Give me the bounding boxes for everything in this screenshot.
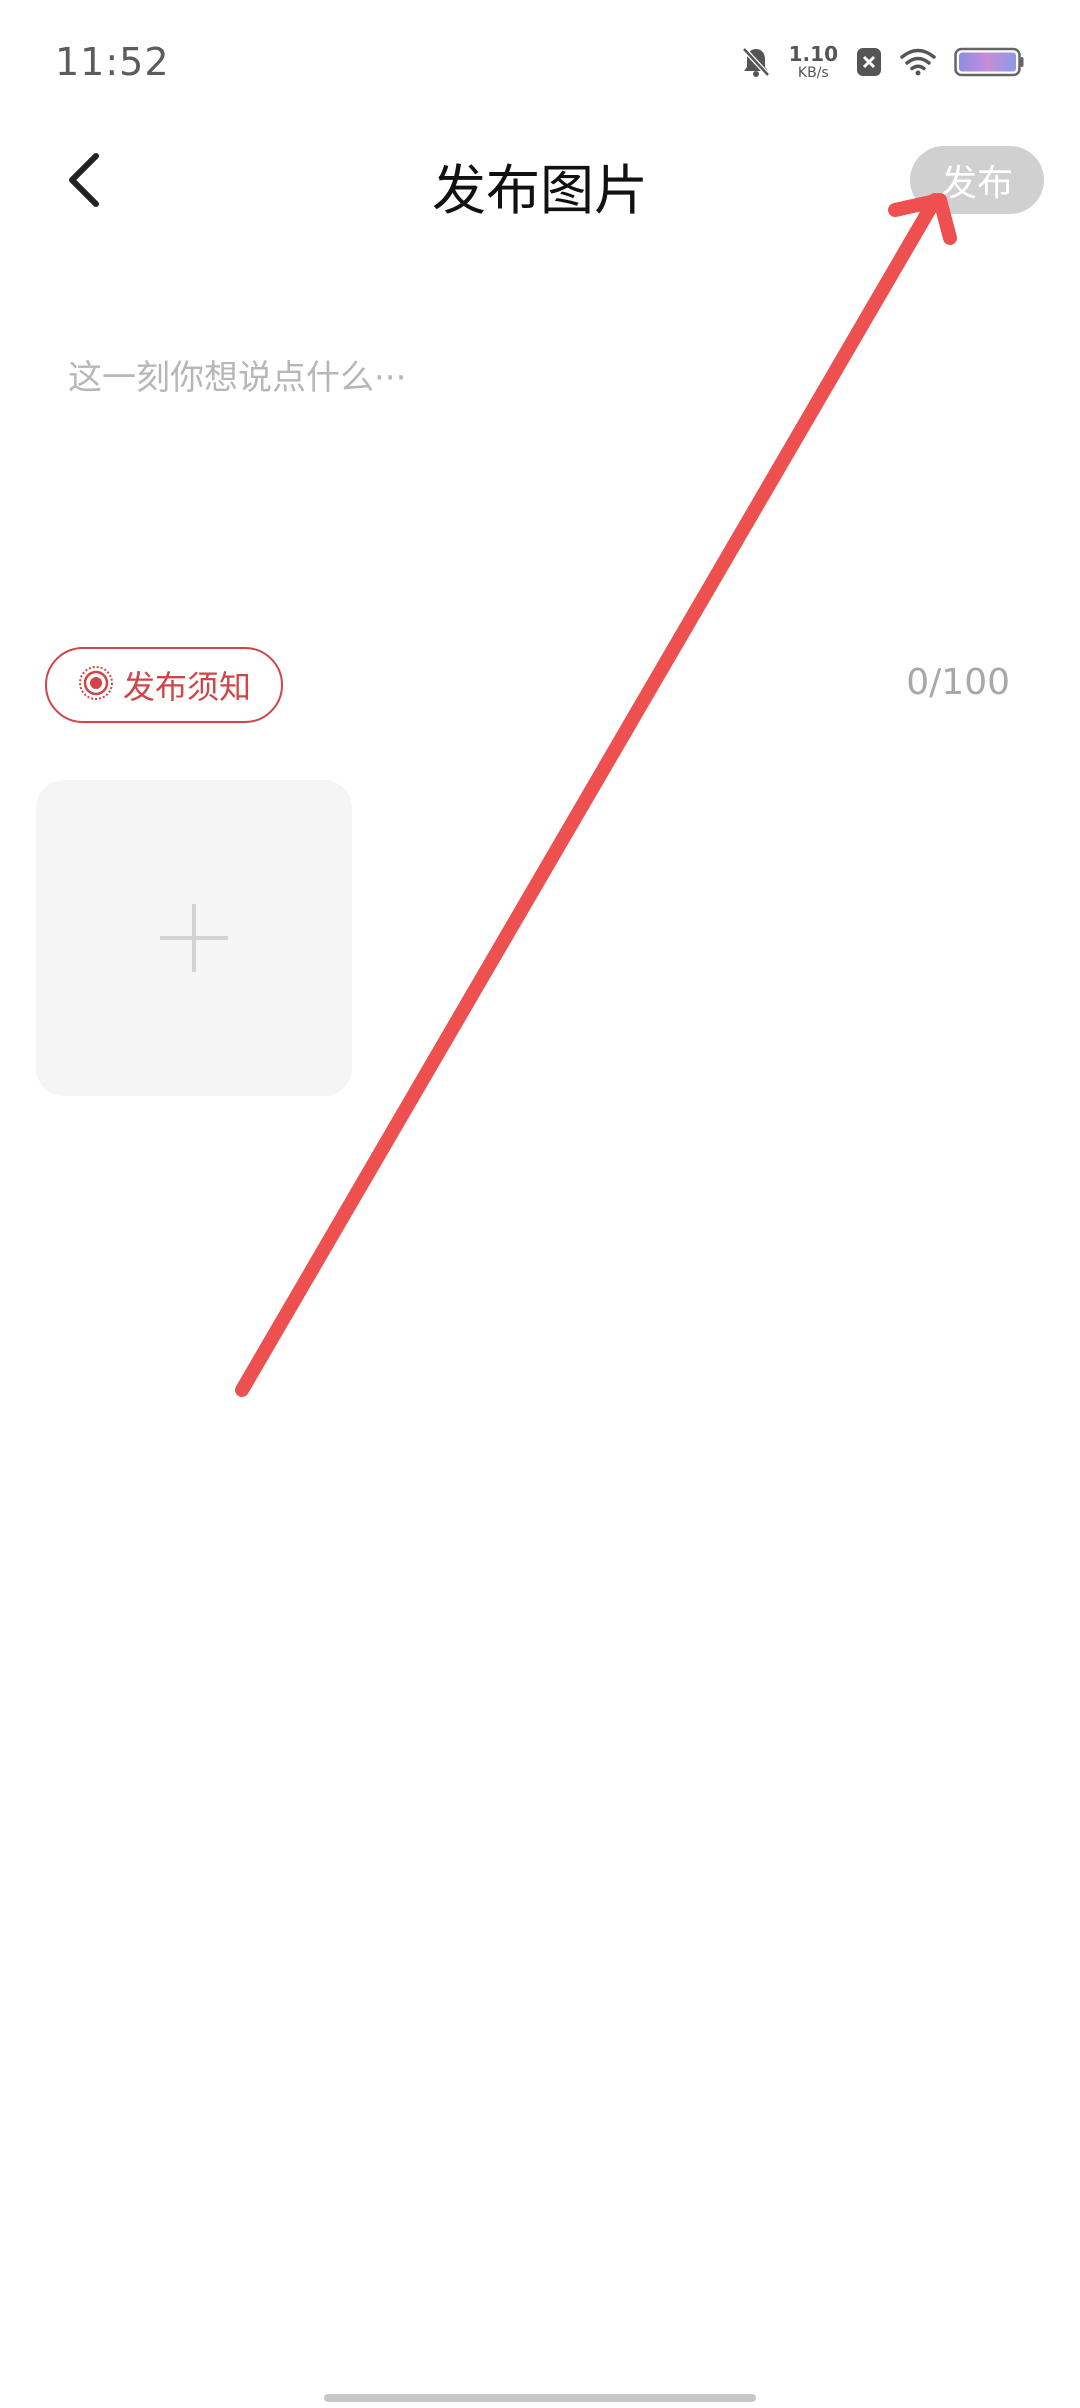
net-speed-unit: KB/s xyxy=(797,65,829,81)
char-counter: 0/100 xyxy=(906,662,1010,703)
net-speed-value: 1.10 xyxy=(788,42,838,66)
wifi-icon xyxy=(900,48,936,76)
publish-button[interactable]: 发布 xyxy=(910,146,1044,214)
close-box-icon xyxy=(856,47,882,77)
home-indicator[interactable] xyxy=(324,2394,756,2402)
status-time: 11:52 xyxy=(55,40,170,84)
battery-icon xyxy=(954,47,1024,77)
status-icons: 1.10 KB/s xyxy=(741,38,1024,86)
concentric-circle-icon xyxy=(77,664,115,706)
status-bar: 11:52 1.10 KB/s xyxy=(0,0,1080,120)
add-image-button[interactable] xyxy=(36,780,352,1096)
publish-notice-button[interactable]: 发布须知 xyxy=(45,647,283,723)
plus-icon xyxy=(160,904,228,972)
bell-muted-icon xyxy=(741,46,771,78)
post-text-input[interactable] xyxy=(68,350,1012,600)
net-speed: 1.10 KB/s xyxy=(789,44,838,80)
header-bar: 发布图片 发布 xyxy=(0,120,1080,240)
publish-notice-label: 发布须知 xyxy=(123,668,252,706)
